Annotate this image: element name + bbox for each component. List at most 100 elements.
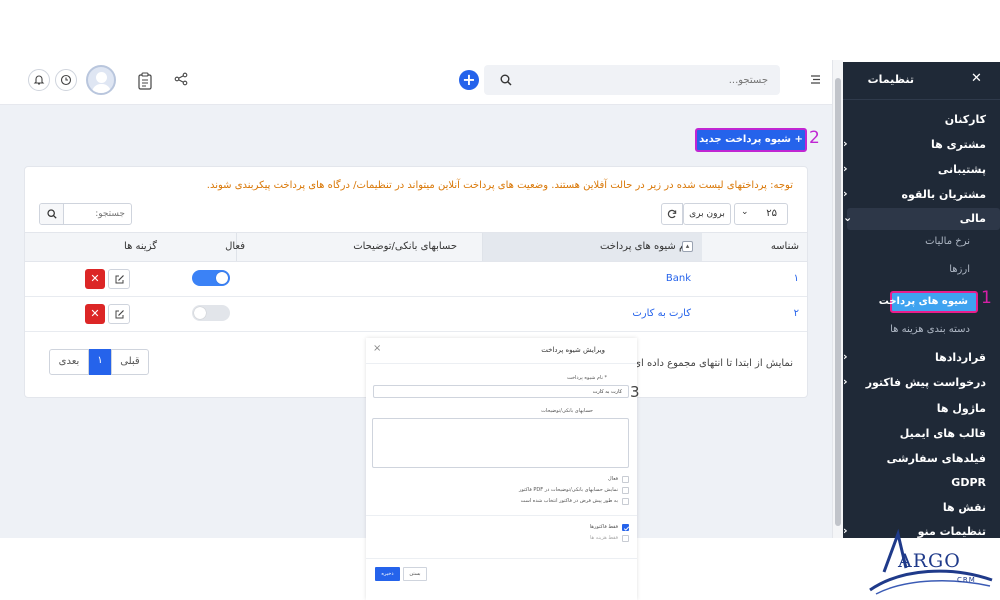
expenses-only-checkbox-row[interactable]: فقط هزینه ها — [569, 535, 629, 544]
previous-page-button[interactable]: قبلی — [111, 349, 149, 375]
edit-icon — [115, 275, 124, 284]
sidebar-subitem-payment-methods[interactable]: شیوه های پرداخت — [879, 291, 978, 313]
avatar[interactable] — [86, 65, 116, 95]
active-checkbox-row[interactable]: فعال — [589, 476, 629, 485]
sidebar-item-label: درخواست پیش فاکتور — [865, 376, 986, 389]
sidebar-item-estimate-requests[interactable]: درخواست پیش فاکتور ‹ — [843, 373, 986, 393]
sidebar-item-finance[interactable]: مالی ⌄ — [843, 209, 986, 229]
table-row: ۲ کارت به کارت ✕ — [25, 297, 807, 332]
chevron-right-icon: ‹ — [843, 524, 848, 537]
sidebar-item-support[interactable]: پشتیبانی ‹ — [843, 160, 986, 180]
invoices-only-checkbox-row[interactable]: فقط فاکتورها — [569, 524, 630, 533]
edit-icon — [115, 310, 124, 319]
step-marker-1: 1 — [981, 288, 992, 308]
per-page-value: ۲۵ — [766, 208, 777, 219]
description-textarea[interactable] — [372, 418, 629, 468]
sidebar-item-email-templates[interactable]: قالب های ایمیل — [843, 424, 986, 444]
column-options: گزینه ها — [124, 241, 157, 252]
global-search-input[interactable] — [524, 65, 774, 95]
sidebar-item-customers[interactable]: مشتری ها ‹ — [843, 135, 986, 155]
notifications-button[interactable] — [28, 69, 50, 91]
payment-method-name-value: کارت به کارت — [592, 389, 622, 395]
sidebar-subitem-tax-rates[interactable]: نرخ مالیات — [925, 236, 970, 247]
check-icon — [623, 526, 630, 531]
sidebar-item-roles[interactable]: نقش ها — [843, 498, 986, 518]
sidebar-subitem-currencies[interactable]: ارزها — [949, 264, 970, 275]
row-name-link[interactable]: کارت به کارت — [632, 308, 691, 319]
chevron-right-icon: ‹ — [843, 137, 848, 150]
global-search[interactable] — [484, 65, 780, 95]
active-checkbox[interactable] — [622, 476, 629, 483]
sort-asc-icon[interactable]: ▴ — [682, 241, 693, 252]
chevron-down-icon: ⌄ — [843, 211, 853, 224]
refresh-icon — [667, 209, 677, 219]
active-checkbox-label: فعال — [608, 476, 618, 482]
default-selected-label: به طور پیش فرض در فاکتور انتخاب شده است — [520, 498, 618, 504]
sidebar-item-label: فیلدهای سفارشی — [886, 452, 986, 465]
column-description[interactable]: حسابهای بانکی/توضیحات — [353, 241, 457, 252]
sidebar-item-contracts[interactable]: قراردادها ‹ — [843, 348, 986, 368]
per-page-select[interactable]: ۲۵ ⌄ — [734, 203, 788, 225]
offline-notice: توجه: پرداختهای لیست شده در زیر در حالت … — [206, 180, 793, 191]
chevron-down-icon: ⌄ — [741, 207, 749, 217]
modal-header: ویرایش شیوه پرداخت × — [366, 338, 637, 364]
logo-subtext: CRM — [957, 576, 976, 584]
search-icon — [46, 209, 57, 219]
close-button[interactable]: بستن — [403, 567, 427, 581]
save-button[interactable]: ذخیره — [375, 567, 400, 581]
sidebar-header: تنظیمات ✕ — [843, 62, 1000, 100]
next-page-button[interactable]: بعدی — [49, 349, 89, 375]
chevron-right-icon: ‹ — [843, 350, 848, 363]
show-on-pdf-checkbox[interactable] — [622, 487, 629, 494]
sidebar-item-label: پشتیبانی — [937, 163, 986, 176]
page-1-button[interactable]: ۱ — [89, 349, 111, 375]
expenses-only-checkbox[interactable] — [622, 535, 629, 542]
column-name[interactable]: نام شیوه های پرداخت — [600, 241, 691, 252]
close-icon[interactable]: ✕ — [971, 71, 982, 86]
export-button[interactable]: برون بری — [683, 203, 731, 225]
menu-toggle-icon[interactable] — [810, 74, 821, 85]
scrollbar[interactable] — [832, 60, 843, 538]
chevron-right-icon: ‹ — [843, 375, 848, 388]
table-search-button[interactable] — [40, 204, 64, 224]
row-name-link[interactable]: Bank — [666, 273, 691, 284]
expenses-only-label: فقط هزینه ها — [590, 535, 618, 541]
quick-add-button[interactable]: + — [459, 70, 479, 90]
sidebar-item-gdpr[interactable]: GDPR — [843, 473, 986, 493]
sidebar-item-label: ماژول ها — [936, 402, 986, 415]
default-selected-checkbox[interactable] — [622, 498, 629, 505]
new-payment-method-button[interactable]: + شیوه پرداخت جدید — [695, 128, 807, 152]
sidebar-item-custom-fields[interactable]: فیلدهای سفارشی — [843, 449, 986, 469]
clipboard-icon[interactable] — [137, 72, 153, 90]
timesheet-button[interactable] — [55, 69, 77, 91]
sidebar-item-leads[interactable]: مشتریان بالقوه ‹ — [843, 185, 986, 205]
share-icon[interactable] — [174, 72, 188, 86]
row-id: ۱ — [793, 273, 799, 284]
sidebar-item-staff[interactable]: کارکنان — [843, 110, 986, 130]
sidebar-item-label: کارکنان — [944, 113, 986, 126]
active-toggle[interactable] — [192, 305, 230, 321]
edit-button[interactable] — [108, 304, 130, 324]
sidebar-subitem-label: شیوه های پرداخت — [878, 296, 968, 307]
sidebar-item-modules[interactable]: ماژول ها — [843, 399, 986, 419]
column-active[interactable]: فعال — [225, 241, 245, 252]
active-toggle[interactable] — [192, 270, 230, 286]
close-icon[interactable]: × — [373, 343, 381, 354]
invoices-only-checkbox[interactable] — [622, 524, 630, 531]
refresh-button[interactable] — [661, 203, 683, 225]
table-row: ۱ Bank ✕ — [25, 262, 807, 297]
payment-method-name-input[interactable]: کارت به کارت — [373, 385, 629, 398]
sidebar-subitem-expense-categories[interactable]: دسته بندی هزینه ها — [890, 324, 970, 335]
table-search[interactable] — [39, 203, 132, 225]
default-selected-checkbox-row[interactable]: به طور پیش فرض در فاکتور انتخاب شده است — [489, 498, 629, 507]
delete-button[interactable]: ✕ — [85, 304, 105, 324]
sidebar-item-label: GDPR — [951, 476, 986, 489]
showing-info: نمایش از ابتدا تا انتهای مجموع داده ای — [633, 358, 793, 369]
edit-button[interactable] — [108, 269, 130, 289]
delete-button[interactable]: ✕ — [85, 269, 105, 289]
table-search-input[interactable] — [64, 204, 131, 224]
name-label: * نام شیوه پرداخت — [567, 375, 607, 381]
show-on-pdf-checkbox-row[interactable]: نمایش حسابهای بانکی/توضیحات در PDF فاکتو… — [489, 487, 629, 496]
scroll-thumb[interactable] — [835, 78, 841, 526]
column-id[interactable]: شناسه — [771, 241, 799, 252]
